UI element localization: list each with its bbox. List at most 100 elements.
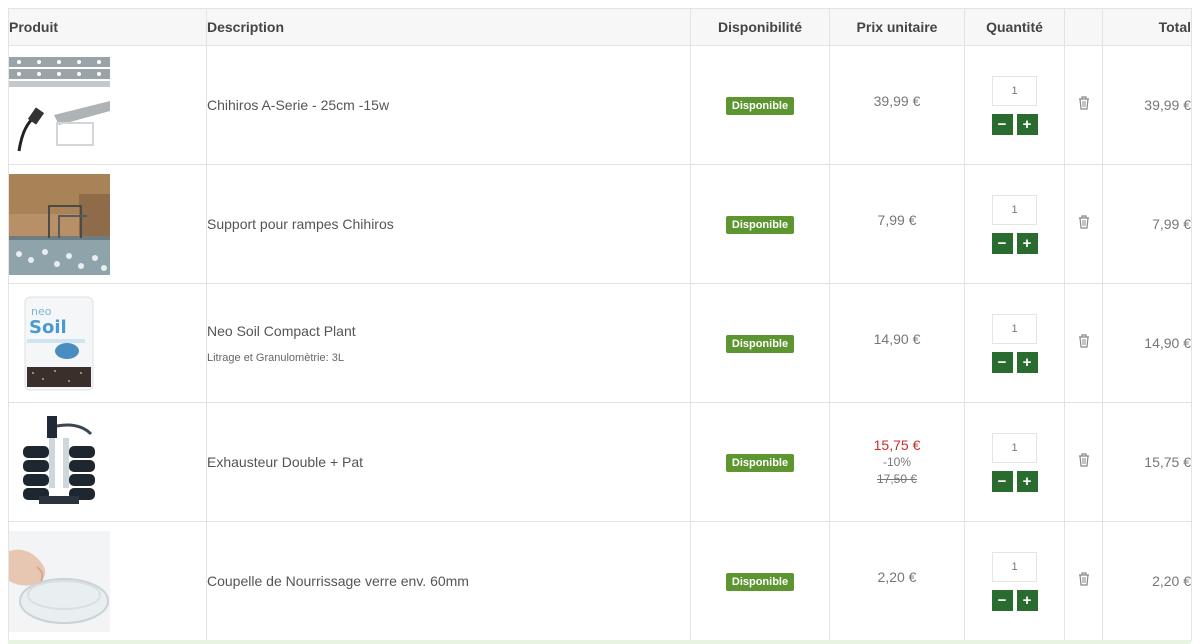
product-image-cell <box>8 521 207 641</box>
decrease-quantity-button[interactable]: − <box>991 113 1013 135</box>
quantity-input[interactable]: 1 <box>992 75 1037 106</box>
increase-quantity-button[interactable]: + <box>1016 589 1038 611</box>
trash-icon[interactable] <box>1078 571 1090 586</box>
table-row: Support pour rampes Chihiros Disponible … <box>8 164 1192 284</box>
product-name[interactable]: Exhausteur Double + Pat <box>207 453 690 471</box>
quantity-cell: 1 − + <box>964 283 1065 403</box>
status-badge: Disponible <box>725 96 795 115</box>
quantity-stepper: − + <box>965 351 1064 373</box>
product-description-cell: Chihiros A-Serie - 25cm -15w <box>206 45 691 165</box>
decrease-quantity-button[interactable]: − <box>991 351 1013 373</box>
unit-price-cell: 15,75 € -10% 17,50 € <box>829 402 965 522</box>
svg-text:Soil: Soil <box>29 317 67 338</box>
status-badge: Disponible <box>725 572 795 591</box>
status-badge: Disponible <box>725 215 795 234</box>
remove-cell <box>1064 283 1103 403</box>
line-total: 14,90 € <box>1102 283 1192 403</box>
remove-cell <box>1064 164 1103 284</box>
line-total: 2,20 € <box>1102 521 1192 641</box>
availability-cell: Disponible <box>690 45 830 165</box>
trash-icon[interactable] <box>1078 95 1090 110</box>
header-total: Total <box>1102 8 1192 46</box>
product-image-cell <box>8 164 207 284</box>
product-attribute: Litrage et Granulomètrie: 3L <box>207 352 344 364</box>
trash-icon[interactable] <box>1078 214 1090 229</box>
cart-table-wrapper: Produit Description Disponibilité Prix u… <box>8 8 1192 641</box>
remove-cell <box>1064 402 1103 522</box>
support-photo[interactable] <box>9 173 110 275</box>
availability-cell: Disponible <box>690 283 830 403</box>
header-unit-price: Prix unitaire <box>829 8 965 46</box>
discount-percent: -10% <box>882 454 911 469</box>
quantity-stepper: − + <box>965 232 1064 254</box>
led-light-icon[interactable] <box>9 54 110 156</box>
trash-icon[interactable] <box>1078 452 1090 467</box>
quantity-input[interactable]: 1 <box>992 313 1037 344</box>
increase-quantity-button[interactable]: + <box>1016 470 1038 492</box>
unit-price-cell: 14,90 € <box>829 283 965 403</box>
remove-cell <box>1064 521 1103 641</box>
table-row: neo Soil Neo Soil Compact Plant Litrage … <box>8 283 1192 403</box>
increase-quantity-button[interactable]: + <box>1016 113 1038 135</box>
table-row: Chihiros A-Serie - 25cm -15w Disponible … <box>8 45 1192 165</box>
availability-cell: Disponible <box>690 402 830 522</box>
quantity-stepper: − + <box>965 589 1064 611</box>
product-name[interactable]: Support pour rampes Chihiros <box>207 215 690 233</box>
product-description-cell: Exhausteur Double + Pat <box>206 402 691 522</box>
header-product: Produit <box>8 8 207 46</box>
line-total: 7,99 € <box>1102 164 1192 284</box>
quantity-cell: 1 − + <box>964 164 1065 284</box>
product-name[interactable]: Neo Soil Compact Plant <box>207 322 690 340</box>
unit-price-cell: 2,20 € <box>829 521 965 641</box>
quantity-input[interactable]: 1 <box>992 194 1037 225</box>
header-quantity: Quantité <box>964 8 1065 46</box>
product-image-cell <box>8 45 207 165</box>
increase-quantity-button[interactable]: + <box>1016 351 1038 373</box>
product-description-cell: Support pour rampes Chihiros <box>206 164 691 284</box>
product-image-cell <box>8 402 207 522</box>
header-remove <box>1064 8 1103 46</box>
unit-price-cell: 7,99 € <box>829 164 965 284</box>
trash-icon[interactable] <box>1078 333 1090 348</box>
quantity-input[interactable]: 1 <box>992 432 1037 463</box>
cart-table: Produit Description Disponibilité Prix u… <box>8 8 1192 641</box>
header-availability: Disponibilité <box>690 8 830 46</box>
line-total: 39,99 € <box>1102 45 1192 165</box>
header-description: Description <box>206 8 691 46</box>
line-total: 15,75 € <box>1102 402 1192 522</box>
quantity-stepper: − + <box>965 470 1064 492</box>
status-badge: Disponible <box>725 334 795 353</box>
unit-price: 14,90 € <box>873 331 921 347</box>
unit-price: 2,20 € <box>877 569 917 585</box>
unit-price-cell: 39,99 € <box>829 45 965 165</box>
unit-price: 7,99 € <box>877 212 917 228</box>
decrease-quantity-button[interactable]: − <box>991 589 1013 611</box>
cart-summary-strip <box>8 640 1191 644</box>
soil-bag-icon[interactable]: neo Soil <box>9 292 110 394</box>
product-description-cell: Neo Soil Compact Plant Litrage et Granul… <box>206 283 691 403</box>
quantity-cell: 1 − + <box>964 402 1065 522</box>
decrease-quantity-button[interactable]: − <box>991 470 1013 492</box>
original-price: 17,50 € <box>876 471 918 486</box>
quantity-input[interactable]: 1 <box>992 551 1037 582</box>
product-image-cell: neo Soil <box>8 283 207 403</box>
table-row: Exhausteur Double + Pat Disponible 15,75… <box>8 402 1192 522</box>
sale-price: 15,75 € <box>873 436 921 453</box>
quantity-cell: 1 − + <box>964 521 1065 641</box>
availability-cell: Disponible <box>690 164 830 284</box>
glass-dish-icon[interactable] <box>9 530 110 632</box>
unit-price: 39,99 € <box>873 93 921 109</box>
increase-quantity-button[interactable]: + <box>1016 232 1038 254</box>
product-name[interactable]: Chihiros A-Serie - 25cm -15w <box>207 96 690 114</box>
table-row: Coupelle de Nourrissage verre env. 60mm … <box>8 521 1192 641</box>
availability-cell: Disponible <box>690 521 830 641</box>
product-name[interactable]: Coupelle de Nourrissage verre env. 60mm <box>207 572 690 590</box>
status-badge: Disponible <box>725 453 795 472</box>
sponge-filter-icon[interactable] <box>9 411 110 513</box>
decrease-quantity-button[interactable]: − <box>991 232 1013 254</box>
quantity-cell: 1 − + <box>964 45 1065 165</box>
product-description-cell: Coupelle de Nourrissage verre env. 60mm <box>206 521 691 641</box>
quantity-stepper: − + <box>965 113 1064 135</box>
remove-cell <box>1064 45 1103 165</box>
table-header-row: Produit Description Disponibilité Prix u… <box>8 8 1192 46</box>
